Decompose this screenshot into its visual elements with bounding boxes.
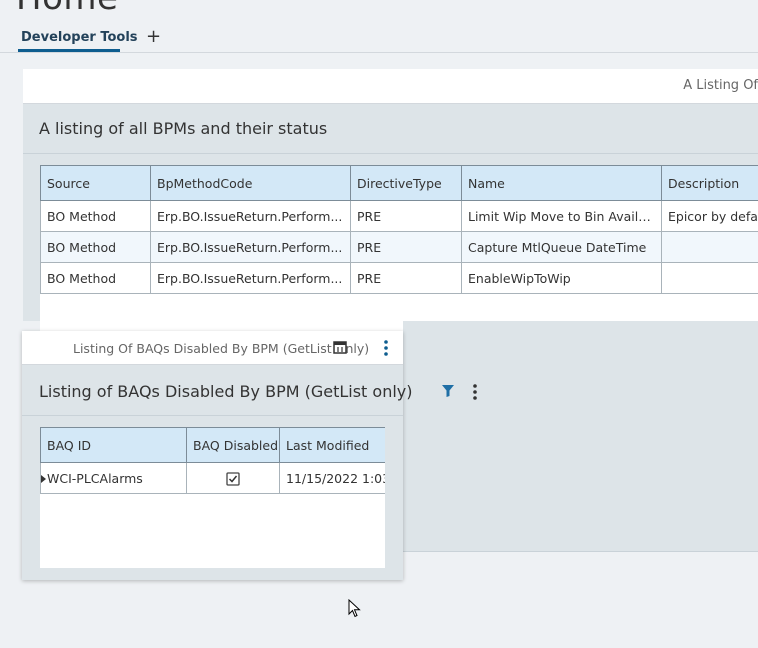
baq-grid-header-row: BAQ ID BAQ Disabled Last Modified [40,427,385,463]
cell-name: Limit Wip Move to Bin Available [461,200,662,232]
filter-icon[interactable] [441,384,455,398]
bpm-grid-header-row: Source BpMethodCode DirectiveType Name D… [40,165,758,201]
table-row[interactable]: BO Method Erp.BO.IssueReturn.Perform... … [40,231,758,263]
bpm-panel-title: A listing of all BPMs and their status [39,119,328,138]
panel-background [403,321,758,552]
baq-card-title: Listing of BAQs Disabled By BPM (GetList… [39,382,413,401]
cell-last-modified: 11/15/2022 1:03 PM [279,462,385,494]
bpm-panel-header-title: A Listing Of [683,78,758,93]
add-tab-button[interactable]: + [146,26,161,48]
cell-directivetype: PRE [350,200,462,232]
cell-description [661,231,758,263]
tab-bar: Developer Tools + [0,26,758,53]
cell-bpmethodcode: Erp.BO.IssueReturn.Perform... [150,231,351,263]
column-header-baq-disabled[interactable]: BAQ Disabled [186,427,280,463]
baq-card-header-title: Listing Of BAQs Disabled By BPM (GetList… [73,341,370,356]
column-header-baq-id[interactable]: BAQ ID [40,427,187,463]
baq-id-text: WCI-PLCAlarms [47,470,143,486]
baq-grid[interactable]: BAQ ID BAQ Disabled Last Modified WCI-PL… [40,427,385,568]
cell-directivetype: PRE [350,262,462,294]
divider [23,153,758,154]
cell-source: BO Method [40,262,151,294]
cell-baq-disabled[interactable] [186,462,280,494]
cell-source: BO Method [40,231,151,263]
cell-baq-id: WCI-PLCAlarms [40,462,187,494]
checkbox-checked-icon[interactable] [226,472,240,486]
divider [22,415,403,416]
bpm-listing-panel: A Listing Of A listing of all BPMs and t… [23,69,758,360]
cell-name: Capture MtlQueue DateTime [461,231,662,263]
baq-card-header[interactable]: Listing Of BAQs Disabled By BPM (GetList… [22,331,403,365]
column-header-last-modified[interactable]: Last Modified [279,427,385,463]
kebab-menu-icon[interactable] [379,339,393,357]
cell-bpmethodcode: Erp.BO.IssueReturn.Perform... [150,200,351,232]
kebab-menu-icon[interactable] [468,383,482,401]
cell-directivetype: PRE [350,231,462,263]
row-indicator-icon [41,475,46,483]
table-row[interactable]: WCI-PLCAlarms 11/15/2022 1:03 PM [40,462,385,494]
resize-icon[interactable] [333,341,347,354]
bpm-panel-header: A Listing Of [23,69,758,104]
cell-source: BO Method [40,200,151,232]
column-header-name[interactable]: Name [461,165,662,201]
column-header-description[interactable]: Description [661,165,758,201]
baq-card[interactable]: Listing Of BAQs Disabled By BPM (GetList… [22,331,413,580]
cell-description [661,262,758,294]
column-header-source[interactable]: Source [40,165,151,201]
column-header-directivetype[interactable]: DirectiveType [350,165,462,201]
mouse-pointer-icon [348,599,361,618]
active-tab-indicator [18,49,120,52]
page-title: Home [16,0,118,18]
cell-name: EnableWipToWip [461,262,662,294]
table-row[interactable]: BO Method Erp.BO.IssueReturn.Perform... … [40,200,758,232]
column-header-bpmethodcode[interactable]: BpMethodCode [150,165,351,201]
table-row[interactable]: BO Method Erp.BO.IssueReturn.Perform... … [40,262,758,294]
cell-bpmethodcode: Erp.BO.IssueReturn.Perform... [150,262,351,294]
cell-description: Epicor by defau [661,200,758,232]
